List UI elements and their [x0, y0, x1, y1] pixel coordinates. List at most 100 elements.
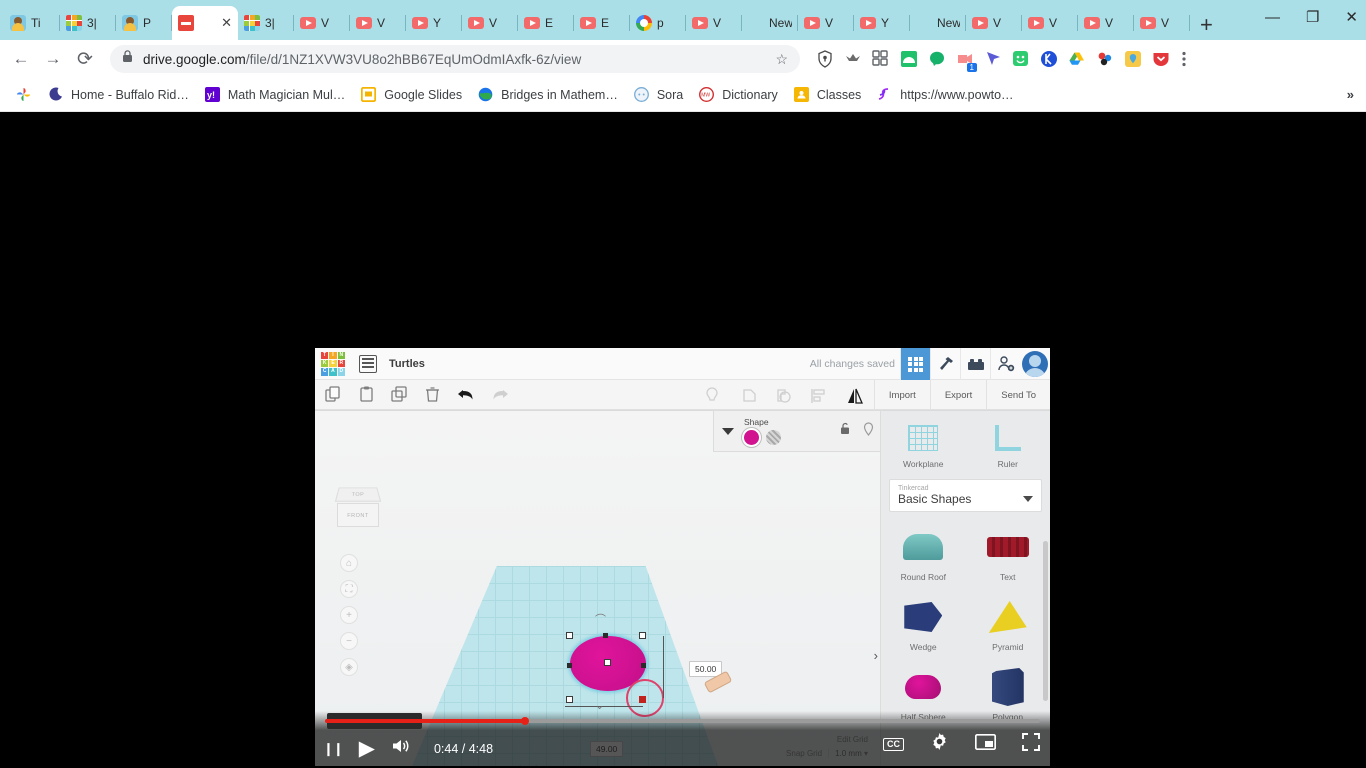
light-icon[interactable] [705, 386, 722, 404]
shape-item[interactable]: Text [966, 518, 1051, 588]
resize-handle-ne[interactable] [639, 632, 646, 639]
bookmark-item[interactable]: Classes [786, 84, 869, 106]
bookmark-item[interactable]: Sora [626, 84, 691, 106]
bookmark-item[interactable]: Home - Buffalo Rid… [40, 84, 197, 106]
edge-handle-e[interactable] [641, 663, 646, 668]
user-avatar[interactable] [1020, 348, 1050, 380]
back-icon[interactable]: ← [6, 44, 36, 74]
send-to-button[interactable]: Send To [986, 380, 1050, 410]
visibility-icon[interactable] [863, 421, 874, 441]
gear-icon[interactable] [930, 732, 949, 756]
shape-inspector-panel[interactable]: Shape [713, 410, 883, 452]
export-button[interactable]: Export [929, 380, 986, 410]
hole-swatch[interactable] [766, 430, 781, 445]
play-button[interactable]: ▶ [359, 736, 375, 761]
browser-tab[interactable]: V [798, 6, 854, 40]
edge-handle-w[interactable] [567, 663, 572, 668]
kami-icon[interactable] [1040, 50, 1058, 68]
unlock-icon[interactable] [840, 422, 851, 440]
resize-handle-sw[interactable] [566, 696, 573, 703]
blocks-icon[interactable] [960, 348, 990, 380]
paste-icon[interactable] [358, 386, 375, 403]
view-cube-front-face[interactable]: FRONT [337, 503, 379, 527]
browser-tab[interactable]: V [1134, 6, 1190, 40]
browser-tab[interactable]: New T [910, 6, 966, 40]
zoom-out-icon[interactable]: − [340, 632, 358, 650]
ortho-icon[interactable]: ◈ [340, 658, 358, 676]
view-cube-top-face[interactable]: TOP [334, 487, 382, 502]
resize-handle-nw[interactable] [566, 632, 573, 639]
tinkercad-logo-icon[interactable]: TINKERCAD [321, 351, 345, 376]
grid-apps-icon[interactable] [872, 50, 890, 68]
rotate-arrow-top-icon[interactable]: ⌒ [595, 611, 606, 627]
address-bar[interactable]: drive.google.com/file/d/1NZ1XVW3VU8o2hBB… [110, 45, 800, 73]
forward-icon[interactable]: → [38, 44, 68, 74]
video-player[interactable]: TINKERCAD Turtles All changes saved Impo… [315, 348, 1050, 766]
copy-icon[interactable] [325, 386, 342, 403]
shape-item[interactable]: Round Roof [881, 518, 966, 588]
bookmark-item[interactable] [8, 84, 40, 106]
browser-tab[interactable]: V [966, 6, 1022, 40]
browser-tab[interactable]: ✕ [172, 6, 238, 40]
zoom-in-icon[interactable]: + [340, 606, 358, 624]
browser-tab[interactable]: Ti [4, 6, 60, 40]
minimize-button[interactable]: — [1265, 10, 1280, 25]
shield-icon[interactable] [816, 50, 834, 68]
bookmark-item[interactable]: Google Slides [353, 84, 470, 106]
miniplayer-icon[interactable] [974, 733, 997, 755]
close-window-button[interactable]: ✕ [1345, 10, 1358, 25]
crown-icon[interactable] [844, 50, 862, 68]
group-icon[interactable] [740, 387, 757, 404]
progress-bar[interactable] [325, 717, 1040, 725]
google-drive-icon[interactable] [1068, 50, 1086, 68]
maps-icon[interactable] [1124, 50, 1142, 68]
new-tab-button[interactable]: + [1200, 14, 1213, 36]
solid-swatch[interactable] [744, 430, 759, 445]
pause-button[interactable]: ❙❙ [323, 741, 344, 757]
browser-tab[interactable]: New T [742, 6, 798, 40]
browser-tab[interactable]: E [574, 6, 630, 40]
ungroup-icon[interactable] [775, 387, 792, 404]
bookmark-star-icon[interactable]: ☆ [775, 51, 788, 68]
edge-handle-n[interactable] [603, 633, 608, 638]
browser-tab[interactable]: 3| [238, 6, 294, 40]
browser-tab[interactable]: V [1078, 6, 1134, 40]
fit-view-icon[interactable]: ⛶ [340, 580, 358, 598]
browser-tab[interactable]: Y [854, 6, 910, 40]
grid-icon[interactable] [900, 348, 930, 380]
duplicate-icon[interactable] [391, 386, 408, 403]
browser-tab[interactable]: 3| [60, 6, 116, 40]
kebab-menu-icon[interactable] [1182, 51, 1186, 67]
tab-close-icon[interactable]: ✕ [221, 15, 232, 31]
home-icon[interactable]: ⌂ [340, 554, 358, 572]
maximize-button[interactable]: ❐ [1306, 10, 1319, 25]
video-badge-icon[interactable]: 1 [956, 50, 977, 72]
chevron-down-icon[interactable] [1023, 496, 1033, 502]
panel-scrollbar[interactable] [1043, 541, 1048, 701]
browser-tab[interactable]: Y [406, 6, 462, 40]
bookmark-item[interactable]: MW Dictionary [691, 84, 786, 106]
browser-tab[interactable]: E [518, 6, 574, 40]
arch-icon[interactable] [900, 50, 918, 68]
align-icon[interactable] [810, 387, 827, 404]
bookmark-item[interactable]: y! Math Magician Mul… [197, 84, 353, 106]
view-cube[interactable]: TOP FRONT [333, 486, 383, 532]
dashboard-icon[interactable] [359, 354, 377, 373]
reload-icon[interactable]: ⟳ [70, 44, 100, 74]
volume-icon[interactable] [391, 737, 412, 760]
project-name[interactable]: Turtles [389, 358, 425, 370]
browser-tab[interactable]: P [116, 6, 172, 40]
bookmarks-overflow-button[interactable]: » [1347, 87, 1354, 102]
redo-icon[interactable] [490, 386, 508, 403]
browser-tab[interactable]: V [294, 6, 350, 40]
progress-scrubber[interactable] [521, 717, 530, 725]
cursor-icon[interactable] [984, 50, 1002, 68]
bookmark-item[interactable]: Bridges in Mathem… [470, 84, 626, 106]
browser-tab[interactable]: V [686, 6, 742, 40]
browser-tab[interactable]: V [1022, 6, 1078, 40]
pocket-icon[interactable] [1152, 50, 1170, 68]
workplane-tool[interactable]: Workplane [881, 421, 966, 469]
ruler-tool[interactable]: Ruler [966, 421, 1051, 469]
browser-tab[interactable]: p [630, 6, 686, 40]
green-chat-icon[interactable] [928, 50, 946, 68]
